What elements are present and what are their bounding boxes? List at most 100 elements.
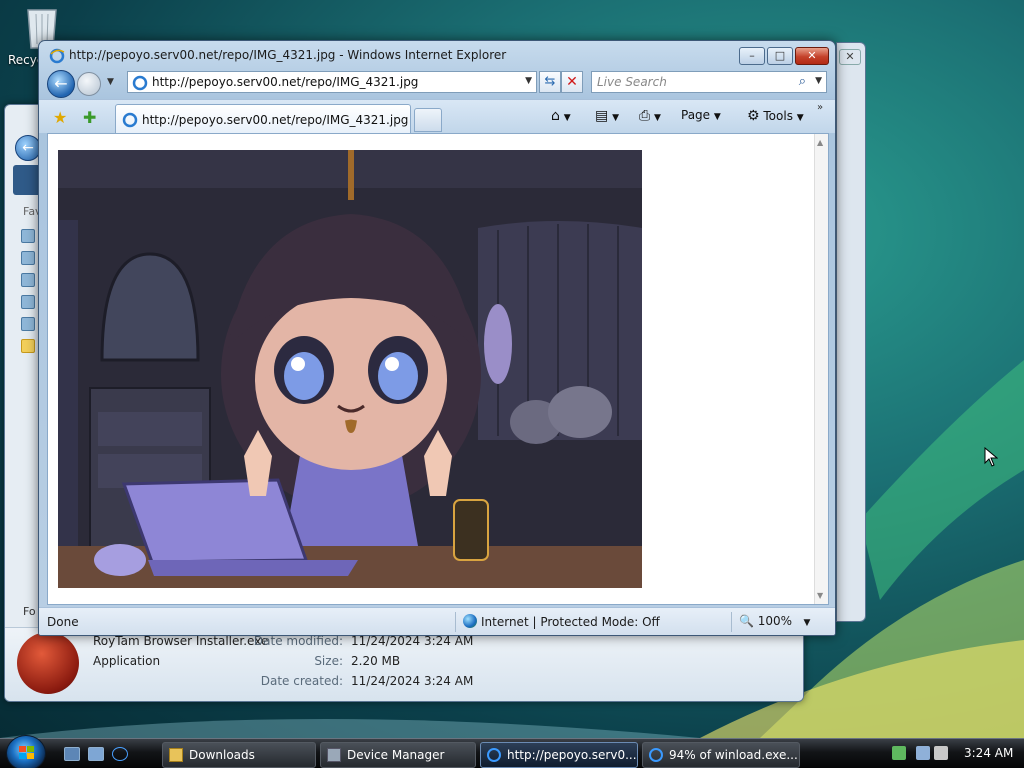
ie-quick-launch-icon[interactable] xyxy=(112,747,128,761)
folder-icon[interactable] xyxy=(21,339,35,353)
print-dropdown-icon[interactable]: ▼ xyxy=(654,113,661,123)
date-modified-value: 11/24/2024 3:24 AM xyxy=(351,634,474,648)
taskbar-item-download-progress[interactable]: 94% of winload.exe.... xyxy=(642,742,800,768)
security-zone-label: Internet | Protected Mode: Off xyxy=(481,615,660,629)
scroll-down-arrow-icon[interactable]: ▼ xyxy=(817,591,823,600)
zoom-level: 100% xyxy=(757,614,793,628)
size-value: 2.20 MB xyxy=(351,654,401,668)
windows-logo-icon xyxy=(19,746,34,759)
feeds-icon: ▤ xyxy=(595,108,609,124)
displayed-image-anime-girl[interactable] xyxy=(58,150,642,588)
gear-icon: ⚙ xyxy=(747,108,760,124)
address-dropdown-icon[interactable]: ▼ xyxy=(525,76,532,86)
notification-area[interactable] xyxy=(888,746,948,762)
taskbar-item-device-manager[interactable]: Device Manager xyxy=(320,742,476,768)
page-icon xyxy=(132,75,148,91)
taskbar-item-label: http://pepoyo.serv0... xyxy=(507,748,637,762)
print-icon: ⎙ xyxy=(639,108,651,124)
page-menu-dropdown-icon: ▼ xyxy=(713,112,721,122)
add-to-favorites-icon[interactable]: ✚ xyxy=(83,108,96,127)
tab-and-command-bar: ★ ✚ http://pepoyo.serv00.net/repo/IMG_43… xyxy=(39,99,835,134)
new-tab-button[interactable] xyxy=(414,108,442,132)
favorite-links xyxy=(21,229,35,361)
status-divider xyxy=(731,612,732,632)
taskbar-item-label: Downloads xyxy=(189,748,255,762)
internet-explorer-window[interactable]: http://pepoyo.serv00.net/repo/IMG_4321.j… xyxy=(38,40,836,636)
search-box[interactable]: Live Search ⌕ ▼ xyxy=(591,71,827,93)
status-divider xyxy=(455,612,456,632)
maximize-button[interactable]: □ xyxy=(767,47,793,65)
page-menu-button[interactable]: Page ▼ xyxy=(681,108,721,122)
home-dropdown-icon[interactable]: ▼ xyxy=(564,113,571,123)
ie-logo-icon xyxy=(649,748,663,762)
home-button[interactable]: ⌂ ▼ xyxy=(551,108,571,124)
vertical-scrollbar[interactable]: ▲ ▼ xyxy=(814,134,828,604)
folders-label: Fo xyxy=(23,605,36,618)
device-manager-icon xyxy=(327,748,341,762)
tools-menu-button[interactable]: ⚙ Tools ▼ xyxy=(747,108,804,124)
close-button[interactable]: ✕ xyxy=(795,47,829,65)
switch-windows-icon[interactable] xyxy=(88,747,104,761)
search-placeholder[interactable]: Live Search xyxy=(597,75,667,89)
page-content[interactable]: ▲ ▼ xyxy=(47,133,829,605)
recent-pages-dropdown[interactable]: ▼ xyxy=(107,77,114,87)
network-icon[interactable] xyxy=(916,746,930,760)
size-label: Size: xyxy=(314,654,343,668)
safely-remove-hardware-icon[interactable] xyxy=(892,746,906,760)
date-created-label: Date created: xyxy=(260,674,343,688)
title-bar[interactable]: http://pepoyo.serv00.net/repo/IMG_4321.j… xyxy=(39,41,835,69)
background-window-edge[interactable]: ✕ xyxy=(836,42,866,622)
zoom-dropdown-icon[interactable]: ▼ xyxy=(804,618,811,628)
folder-icon xyxy=(169,748,183,762)
print-button[interactable]: ⎙ ▼ xyxy=(639,108,661,124)
taskbar-item-downloads[interactable]: Downloads xyxy=(162,742,316,768)
taskbar-item-internet-explorer[interactable]: http://pepoyo.serv0... xyxy=(480,742,638,768)
volume-muted-icon[interactable] xyxy=(934,746,948,760)
more-commands-chevron-icon[interactable]: » xyxy=(817,102,823,113)
favorite-link-icon[interactable] xyxy=(21,251,35,265)
taskbar: Downloads Device Manager http://pepoyo.s… xyxy=(0,735,1024,768)
stop-button[interactable]: ✕ xyxy=(561,71,583,93)
page-menu-label: Page xyxy=(681,108,711,122)
favorite-link-icon[interactable] xyxy=(21,229,35,243)
status-bar: Done Internet | Protected Mode: Off 🔍 10… xyxy=(39,607,835,635)
feeds-button[interactable]: ▤ ▼ xyxy=(595,108,619,124)
forward-button[interactable] xyxy=(77,72,101,96)
tools-menu-label: Tools xyxy=(763,109,793,123)
ie-logo-icon xyxy=(49,48,65,64)
internet-zone-globe-icon xyxy=(463,614,477,628)
favorite-link-icon[interactable] xyxy=(21,295,35,309)
background-window-close-button[interactable]: ✕ xyxy=(839,49,861,65)
start-button[interactable] xyxy=(6,735,46,768)
taskbar-item-label: Device Manager xyxy=(347,748,445,762)
tab-label: http://pepoyo.serv00.net/repo/IMG_4321.j… xyxy=(142,113,409,127)
refresh-button[interactable]: ⇆ xyxy=(539,71,561,93)
file-thumbnail-icon xyxy=(17,632,79,694)
favorite-link-icon[interactable] xyxy=(21,273,35,287)
search-options-dropdown-icon[interactable]: ▼ xyxy=(815,76,822,86)
tab-page-icon xyxy=(122,112,138,128)
address-url[interactable]: http://pepoyo.serv00.net/repo/IMG_4321.j… xyxy=(152,75,418,89)
favorites-center-icon[interactable]: ★ xyxy=(53,108,67,127)
clock[interactable]: 3:24 AM xyxy=(964,746,1013,760)
minimize-button[interactable]: – xyxy=(739,47,765,65)
navigation-bar: ← ▼ http://pepoyo.serv00.net/repo/IMG_43… xyxy=(39,69,835,99)
search-icon[interactable]: ⌕ xyxy=(799,74,806,89)
zoom-magnifier-icon: 🔍 xyxy=(739,614,754,628)
security-zone[interactable]: Internet | Protected Mode: Off xyxy=(463,614,660,629)
home-icon: ⌂ xyxy=(551,108,560,124)
favorite-link-icon[interactable] xyxy=(21,317,35,331)
back-button[interactable]: ← xyxy=(47,70,75,98)
file-name: RoyTam Browser Installer.exe xyxy=(93,634,269,648)
details-pane: RoyTam Browser Installer.exe Application… xyxy=(5,627,803,701)
mouse-pointer-icon xyxy=(984,447,998,467)
status-text: Done xyxy=(47,615,79,629)
taskbar-item-label: 94% of winload.exe.... xyxy=(669,748,800,762)
show-desktop-icon[interactable] xyxy=(64,747,80,761)
tab-current[interactable]: http://pepoyo.serv00.net/repo/IMG_4321.j… xyxy=(115,104,411,134)
scroll-up-arrow-icon[interactable]: ▲ xyxy=(817,138,823,147)
address-bar[interactable]: http://pepoyo.serv00.net/repo/IMG_4321.j… xyxy=(127,71,537,93)
window-title: http://pepoyo.serv00.net/repo/IMG_4321.j… xyxy=(69,48,507,62)
feeds-dropdown-icon[interactable]: ▼ xyxy=(612,113,619,123)
zoom-level-button[interactable]: 🔍 100% ▼ xyxy=(739,614,810,628)
